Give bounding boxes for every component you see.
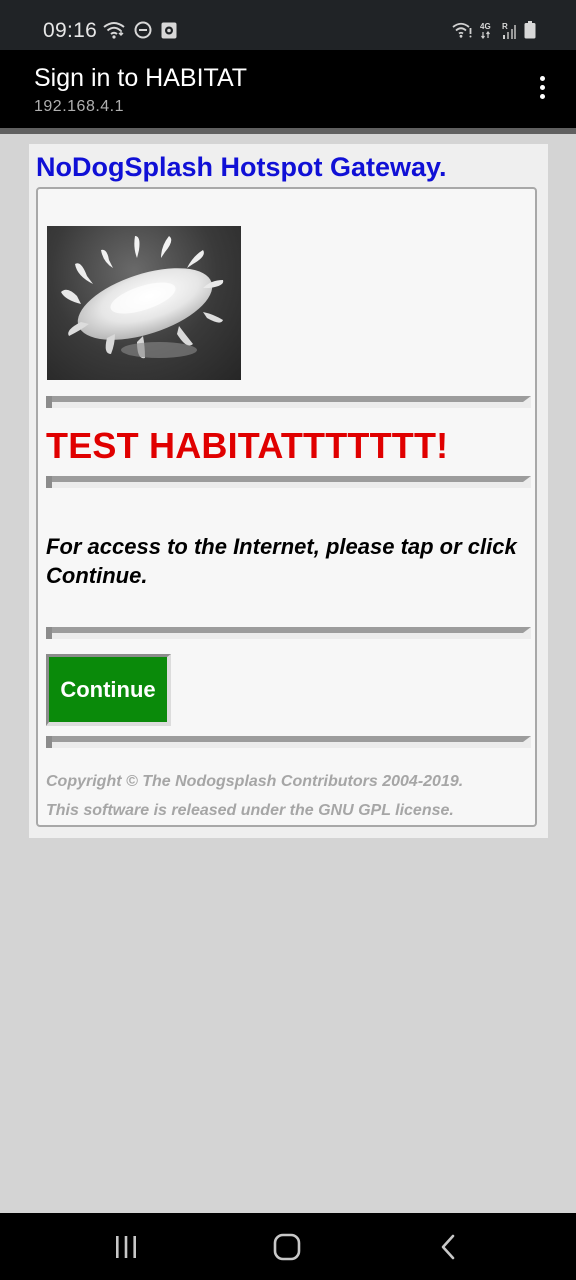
content-box: TEST HABITATTTTTTT! For access to the In… <box>36 187 537 827</box>
overflow-menu-icon[interactable] <box>538 76 546 102</box>
divider <box>46 476 531 488</box>
app-bar: Sign in to HABITAT 192.168.4.1 <box>0 50 576 128</box>
headline: TEST HABITATTTTTTT! <box>46 425 449 466</box>
roaming-label: R <box>502 20 516 40</box>
app-title: Sign in to HABITAT <box>34 64 248 92</box>
continue-button[interactable]: Continue <box>46 654 171 726</box>
network-type-label: 4G <box>480 20 494 40</box>
screen-record-icon <box>161 22 177 39</box>
status-time: 09:16 <box>43 19 98 42</box>
divider <box>46 736 531 748</box>
copyright-line: Copyright © The Nodogsplash Contributors… <box>46 773 464 790</box>
license-line: This software is released under the GNU … <box>46 802 454 819</box>
wifi-icon <box>103 21 125 39</box>
status-left-icons <box>103 21 177 39</box>
divider <box>46 627 531 639</box>
gateway-name: NoDogSplash Hotspot Gateway. <box>36 152 447 182</box>
back-icon[interactable] <box>434 1233 466 1261</box>
battery-icon <box>524 21 536 39</box>
milk-splash-image <box>47 226 241 380</box>
wifi-alert-icon <box>452 22 472 38</box>
copyright-notice: Copyright © The Nodogsplash Contributors… <box>46 767 463 825</box>
recents-icon[interactable] <box>110 1233 142 1261</box>
page-load-strip <box>0 128 576 134</box>
app-subtitle: 192.168.4.1 <box>34 98 125 115</box>
status-bar: 09:16 4G R <box>0 0 576 50</box>
divider <box>46 396 531 408</box>
portal-page: NoDogSplash Hotspot Gateway. TEST HABITA… <box>29 144 548 838</box>
access-instructions: For access to the Internet, please tap o… <box>46 534 517 588</box>
do-not-disturb-icon <box>134 21 152 39</box>
home-icon[interactable] <box>271 1233 303 1261</box>
status-right-icons: 4G R <box>452 20 536 40</box>
navigation-bar <box>0 1213 576 1280</box>
